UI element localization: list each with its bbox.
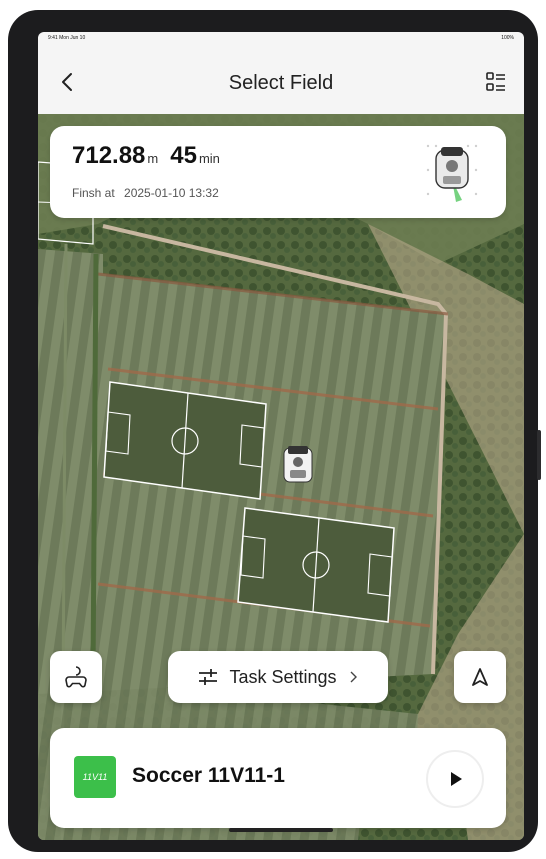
sliders-icon (199, 669, 218, 685)
finish-label: Finsh at (72, 186, 115, 200)
task-stats: 712.88 m 45 min (72, 142, 220, 170)
field-list-button[interactable] (484, 70, 508, 94)
side-button (537, 430, 541, 480)
status-battery: 100% (501, 35, 514, 41)
distance-value: 712.88 (72, 142, 146, 169)
page-title: Select Field (228, 72, 334, 94)
distance-unit: m (147, 151, 159, 166)
task-settings-label: Task Settings (229, 666, 337, 687)
home-indicator (229, 828, 333, 832)
navigation-arrow-icon (472, 668, 488, 686)
list-icon (486, 72, 505, 91)
app-screen: 9:41 Mon Jun 10 100% Select Field 712.88… (38, 32, 524, 840)
robot-icon (426, 144, 478, 202)
tablet-frame: 9:41 Mon Jun 10 100% Select Field 712.88… (8, 10, 541, 852)
status-bar: 9:41 Mon Jun 10 100% (38, 32, 524, 54)
robot-avatar (422, 140, 482, 204)
mower-robot-marker (283, 446, 313, 483)
soccer-field-2 (237, 507, 395, 623)
field-name: Soccer 11V11-1 (132, 764, 285, 787)
status-time: 9:41 Mon Jun 10 (48, 35, 86, 41)
selected-field-card[interactable]: 11V11 Soccer 11V11-1 (50, 728, 506, 828)
finish-time: 2025-01-10 13:32 (124, 186, 219, 200)
task-stats-card: 712.88 m 45 min Finsh at 2025-01-10 13:32 (50, 126, 506, 218)
play-icon (451, 772, 462, 786)
nav-bar: Select Field (38, 54, 524, 114)
remote-control-button[interactable] (50, 651, 102, 703)
start-task-button[interactable] (426, 750, 484, 808)
field-type-badge: 11V11 (74, 756, 116, 798)
map-view[interactable]: 712.88 m 45 min Finsh at 2025-01-10 13:32 (38, 114, 524, 840)
navigate-button[interactable] (454, 651, 506, 703)
gamepad-icon (65, 666, 87, 688)
duration-value: 45 (170, 142, 197, 169)
finish-time-row: Finsh at 2025-01-10 13:32 (72, 186, 219, 200)
chevron-right-icon (350, 671, 357, 683)
task-settings-button[interactable]: Task Settings (168, 651, 388, 703)
duration-unit: min (198, 151, 220, 166)
